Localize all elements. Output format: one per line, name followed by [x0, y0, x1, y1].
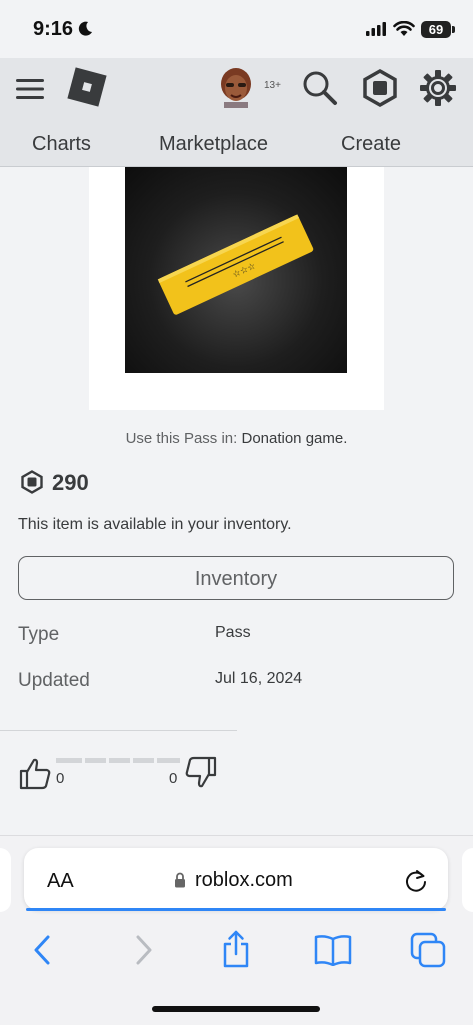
section-divider: [0, 730, 237, 731]
robux-price-icon: [21, 470, 43, 494]
roblox-logo-icon[interactable]: [67, 67, 107, 107]
nav-create[interactable]: Create: [341, 133, 401, 156]
lock-icon: [175, 872, 185, 888]
nav-charts[interactable]: Charts: [32, 133, 91, 156]
bookmarks-icon[interactable]: [314, 934, 352, 966]
robux-icon[interactable]: [360, 68, 400, 108]
hamburger-menu-icon[interactable]: [16, 78, 44, 100]
reader-settings-button[interactable]: AA: [47, 870, 74, 893]
nav-marketplace[interactable]: Marketplace: [159, 133, 268, 156]
vote-bar-tick: [106, 758, 109, 763]
battery-cap: [452, 26, 455, 33]
cellular-signal-icon: [366, 22, 386, 36]
updated-label: Updated: [18, 670, 90, 691]
type-value: Pass: [215, 624, 251, 641]
vote-bar-tick: [154, 758, 157, 763]
downvote-count: 0: [169, 770, 178, 787]
share-icon[interactable]: [220, 930, 252, 968]
page-load-progress: [26, 908, 446, 911]
item-price: 290: [52, 470, 89, 495]
back-arrow-icon[interactable]: [30, 934, 56, 966]
reload-icon[interactable]: [404, 868, 428, 892]
age-badge: 13+: [264, 80, 281, 91]
tabs-icon[interactable]: [410, 932, 446, 968]
thumbs-down-icon[interactable]: [184, 756, 218, 790]
upvote-count: 0: [56, 770, 65, 787]
use-pass-line: Use this Pass in: Donation game.: [0, 430, 473, 447]
updated-value: Jul 16, 2024: [215, 670, 303, 687]
vote-bar-tick: [130, 758, 133, 763]
forward-arrow-icon[interactable]: [130, 934, 156, 966]
moon-icon: [78, 21, 92, 36]
home-indicator: [152, 1006, 320, 1012]
vote-bar-tick: [82, 758, 85, 763]
inventory-button[interactable]: Inventory: [18, 556, 454, 600]
gear-icon[interactable]: [418, 68, 458, 108]
previous-tab-peek[interactable]: [0, 848, 11, 912]
game-link[interactable]: Donation game.: [241, 430, 347, 447]
status-time: 9:16: [33, 18, 74, 40]
next-tab-peek[interactable]: [462, 848, 473, 912]
wifi-icon: [393, 21, 415, 36]
pass-ticket-image: ☆☆☆: [157, 214, 314, 315]
type-label: Type: [18, 624, 60, 645]
thumbs-up-icon[interactable]: [18, 756, 52, 790]
availability-text: This item is available in your inventory…: [18, 516, 292, 533]
avatar[interactable]: [216, 66, 256, 108]
url-text[interactable]: roblox.com: [195, 869, 293, 892]
vote-ratio-bar: [56, 758, 180, 763]
battery-indicator: 69: [421, 21, 451, 38]
search-icon[interactable]: [302, 70, 338, 106]
use-pass-prefix: Use this Pass in:: [125, 430, 242, 447]
